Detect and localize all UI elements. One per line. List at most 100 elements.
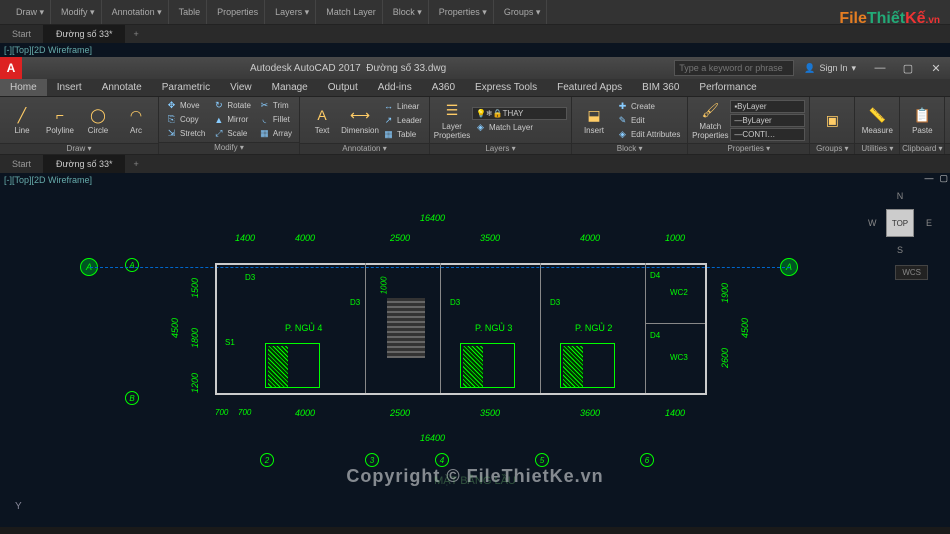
stretch-button[interactable]: ⇲Stretch (163, 127, 208, 140)
tab-start-2[interactable]: Start (0, 155, 44, 173)
polyline-button[interactable]: ⌐Polyline (42, 99, 78, 141)
tab-insert[interactable]: Insert (47, 79, 92, 96)
panel-annotation: AText ⟷Dimension ↔Linear ↗Leader ▦Table … (300, 97, 430, 154)
line-button[interactable]: ╱Line (4, 99, 40, 141)
lineweight-combo[interactable]: — ByLayer (730, 114, 805, 127)
tab-express[interactable]: Express Tools (465, 79, 547, 96)
group-button[interactable]: ▣ (814, 99, 850, 141)
autocad-logo[interactable]: A (0, 57, 22, 79)
viewcube-e[interactable]: E (926, 218, 932, 228)
dim-top-3: 2500 (390, 233, 410, 243)
maximize-button[interactable]: ▢ (894, 57, 922, 79)
edit-attr-button[interactable]: ◈Edit Attributes (614, 128, 683, 141)
tab-file[interactable]: Đường số 33* (44, 25, 125, 43)
panel-title-layers[interactable]: Layers ▾ (430, 143, 571, 154)
tab-start[interactable]: Start (0, 25, 44, 43)
groups-panel-label[interactable]: Groups ▾ (504, 7, 541, 18)
paste-button[interactable]: 📋Paste (904, 99, 940, 141)
properties-label[interactable]: Properties (217, 7, 258, 17)
viewport-controls[interactable]: —▢ (924, 173, 948, 184)
dim-right-2: 2600 (720, 348, 730, 368)
panel-title-view[interactable]: View ▾ (945, 143, 950, 154)
vp-min-icon[interactable]: — (924, 173, 933, 184)
copy-button[interactable]: ⎘Copy (163, 113, 208, 126)
draw-panel-label[interactable]: Draw ▾ (16, 7, 44, 18)
viewcube-w[interactable]: W (868, 218, 877, 228)
tab-parametric[interactable]: Parametric (152, 79, 220, 96)
wall-int-3 (540, 263, 541, 393)
linear-button[interactable]: ↔Linear (380, 100, 425, 113)
tab-annotate[interactable]: Annotate (92, 79, 152, 96)
insert-button[interactable]: ⬓Insert (576, 99, 612, 141)
match-properties-button[interactable]: 🖌Match Properties (692, 99, 728, 141)
view-cube[interactable]: N E S W TOP (870, 193, 930, 253)
minimize-button[interactable]: — (866, 57, 894, 79)
tab-a360[interactable]: A360 (422, 79, 465, 96)
tab-output[interactable]: Output (318, 79, 368, 96)
tab-bim360[interactable]: BIM 360 (632, 79, 689, 96)
rotate-button[interactable]: ↻Rotate (210, 99, 254, 112)
move-button[interactable]: ✥Move (163, 99, 208, 112)
tab-manage[interactable]: Manage (262, 79, 318, 96)
panel-title-clipboard[interactable]: Clipboard ▾ (900, 143, 944, 154)
tab-add-icon-2[interactable]: + (125, 159, 146, 169)
layer-combo[interactable]: 💡❄🔒 THAY (472, 107, 567, 120)
table-label[interactable]: Table (179, 7, 201, 17)
create-icon: ✚ (617, 101, 628, 112)
panel-title-draw[interactable]: Draw ▾ (0, 143, 158, 154)
tab-addins[interactable]: Add-ins (368, 79, 422, 96)
tab-featured[interactable]: Featured Apps (547, 79, 632, 96)
panel-title-properties[interactable]: Properties ▾ (688, 143, 809, 154)
move-icon: ✥ (166, 100, 177, 111)
upper-view-label[interactable]: [-][Top][2D Wireframe] (0, 43, 950, 57)
annotation-panel-label[interactable]: Annotation ▾ (112, 7, 162, 18)
match-layer-button[interactable]: ◈Match Layer (472, 121, 567, 134)
tab-file-2[interactable]: Đường số 33* (44, 155, 125, 173)
circle-button[interactable]: ◯Circle (80, 99, 116, 141)
array-button[interactable]: ▦Array (256, 127, 295, 140)
table-button[interactable]: ▦Table (380, 128, 425, 141)
fillet-button[interactable]: ◟Fillet (256, 113, 295, 126)
edit-button[interactable]: ✎Edit (614, 114, 683, 127)
tab-add-icon[interactable]: + (125, 29, 146, 39)
help-search-input[interactable] (674, 60, 794, 76)
dimension-button[interactable]: ⟷Dimension (342, 99, 378, 141)
measure-button[interactable]: 📏Measure (859, 99, 895, 141)
close-button[interactable]: ✕ (922, 57, 950, 79)
scale-button[interactable]: ⤢Scale (210, 127, 254, 140)
props-panel-label[interactable]: Properties ▾ (439, 7, 487, 18)
create-button[interactable]: ✚Create (614, 100, 683, 113)
leader-button[interactable]: ↗Leader (380, 114, 425, 127)
panel-title-utilities[interactable]: Utilities ▾ (855, 143, 899, 154)
block-panel-label[interactable]: Block ▾ (393, 7, 422, 18)
wcs-badge[interactable]: WCS (895, 265, 928, 280)
panel-title-annotation[interactable]: Annotation ▾ (300, 143, 429, 154)
stretch-icon: ⇲ (166, 128, 177, 139)
trim-button[interactable]: ✂Trim (256, 99, 295, 112)
viewcube-n[interactable]: N (897, 191, 904, 201)
panel-title-block[interactable]: Block ▾ (572, 143, 687, 154)
drawing-canvas[interactable]: —▢ [-][Top][2D Wireframe] N E S W TOP WC… (0, 173, 950, 527)
wall-bottom (215, 393, 705, 395)
tab-home[interactable]: Home (0, 79, 47, 96)
panel-title-modify[interactable]: Modify ▾ (159, 142, 299, 154)
mirror-button[interactable]: ▲Mirror (210, 113, 254, 126)
tab-view[interactable]: View (220, 79, 262, 96)
tab-performance[interactable]: Performance (689, 79, 766, 96)
view-label[interactable]: [-][Top][2D Wireframe] (4, 175, 92, 185)
linetype-combo[interactable]: — CONTI… (730, 128, 805, 141)
text-button[interactable]: AText (304, 99, 340, 141)
modify-panel-label[interactable]: Modify ▾ (61, 7, 95, 18)
leader-icon: ↗ (383, 115, 394, 126)
layer-properties-button[interactable]: ☰Layer Properties (434, 99, 470, 141)
color-combo[interactable]: ▪ ByLayer (730, 100, 805, 113)
viewcube-s[interactable]: S (897, 245, 903, 255)
panel-title-groups[interactable]: Groups ▾ (810, 143, 854, 154)
match-layer-label[interactable]: Match Layer (326, 7, 376, 17)
vp-max-icon[interactable]: ▢ (939, 173, 948, 184)
layers-panel-label[interactable]: Layers ▾ (275, 7, 309, 18)
viewcube-top[interactable]: TOP (886, 209, 914, 237)
signin-button[interactable]: 👤 Sign In▾ (794, 63, 866, 74)
panel-layers: ☰Layer Properties 💡❄🔒 THAY ◈Match Layer … (430, 97, 572, 154)
arc-button[interactable]: ◠Arc (118, 99, 154, 141)
